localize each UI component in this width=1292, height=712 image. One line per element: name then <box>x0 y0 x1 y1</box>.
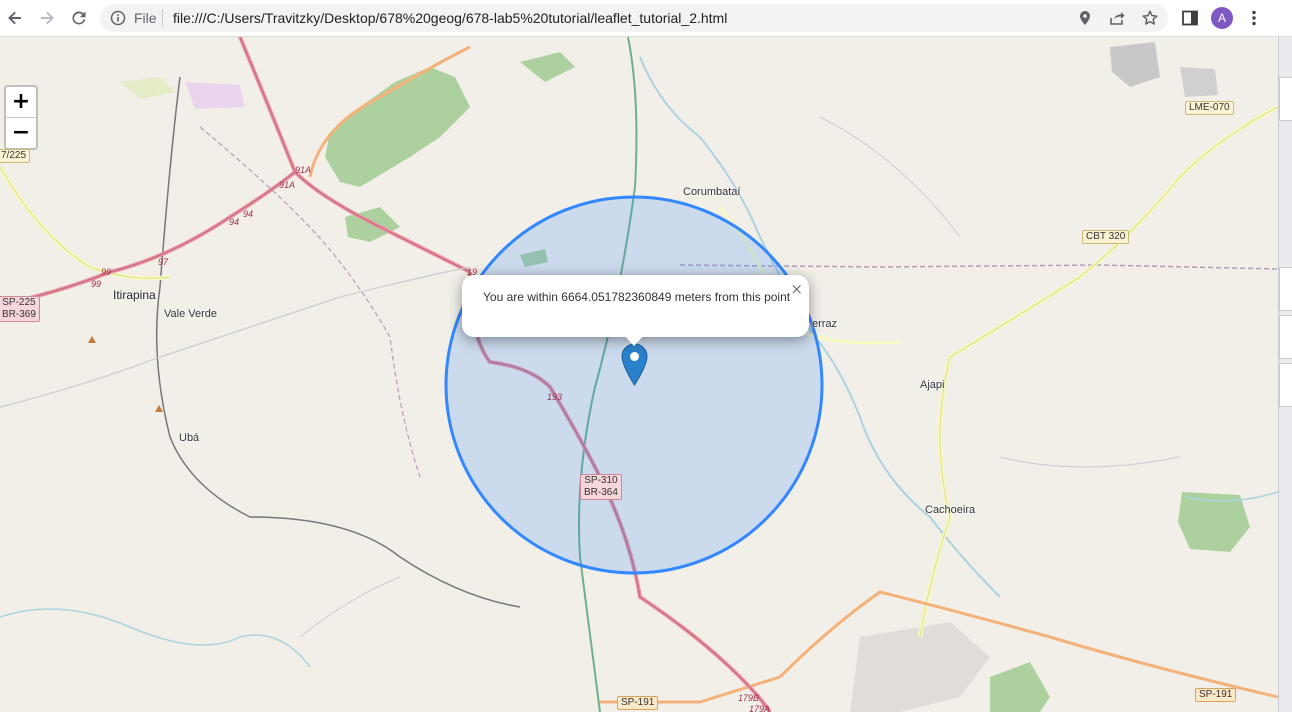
url-text[interactable]: file:///C:/Users/Travitzky/Desktop/678%2… <box>173 10 727 26</box>
map-view[interactable]: + − Itirapina Vale Verde Ubá Corumbataí … <box>0 37 1278 712</box>
military-area <box>185 82 245 109</box>
window-edge-panel <box>1279 315 1292 359</box>
place-label: Cachoeira <box>925 504 976 516</box>
place-label: errаz <box>812 318 838 330</box>
window-edge-panel <box>1279 77 1292 121</box>
route-number: 91A <box>279 180 296 190</box>
zoom-control: + − <box>4 85 38 150</box>
bookmark-star-icon[interactable] <box>1141 9 1159 27</box>
popup-close-button[interactable]: × <box>790 280 803 298</box>
zoom-in-button[interactable]: + <box>6 87 36 117</box>
side-panel-icon[interactable] <box>1180 8 1200 28</box>
reload-icon <box>72 11 86 25</box>
address-bar[interactable]: File file:///C:/Users/Travitzky/Desktop/… <box>100 4 1168 32</box>
route-shield: CBT 320 <box>1082 230 1130 244</box>
window-edge-panel <box>1279 267 1292 311</box>
meadow-area <box>120 77 175 99</box>
place-label: Vale Verde <box>164 308 218 320</box>
route-number: 91A <box>295 165 312 175</box>
route-shield: SP-191 <box>1195 688 1237 702</box>
forest-area <box>520 52 575 82</box>
route-number: 99 <box>91 279 102 289</box>
place-label: Ajapi <box>920 379 945 391</box>
browser-toolbar: File file:///C:/Users/Travitzky/Desktop/… <box>0 0 1292 37</box>
arrow-left-icon <box>8 11 21 25</box>
map-tiles <box>0 37 1278 712</box>
route-number: 179A <box>749 704 771 712</box>
reload-button[interactable] <box>67 6 91 30</box>
place-label: Itirapina <box>113 288 156 302</box>
route-number: 193 <box>547 392 563 402</box>
route-shield: SP-191 <box>617 696 659 710</box>
quarry-area <box>1110 42 1160 87</box>
info-icon[interactable] <box>110 10 126 26</box>
marker-popup: You are within 6664.051782360849 meters … <box>462 275 809 346</box>
route-shield: 7/225 <box>0 149 31 163</box>
popup-text: You are within 6664.051782360849 meters … <box>483 290 791 304</box>
route-shield: SP-225 BR-369 <box>0 296 40 322</box>
window-edge-panel <box>1279 363 1292 407</box>
profile-avatar[interactable]: A <box>1211 7 1233 29</box>
route-shield: LME-070 <box>1185 101 1234 115</box>
route-number: 97 <box>158 257 169 267</box>
back-button[interactable] <box>3 6 27 30</box>
route-shield: SP-310 BR-364 <box>580 474 622 500</box>
scheme-label: File <box>134 10 157 26</box>
route-number: 99 <box>101 267 112 277</box>
place-label: Corumbataí <box>683 186 741 198</box>
menu-kebab-icon[interactable] <box>1244 8 1264 28</box>
share-icon[interactable] <box>1108 9 1126 27</box>
popup-tip <box>624 335 644 346</box>
route-number: 94 <box>243 209 254 219</box>
route-number: 94 <box>229 217 240 227</box>
background-window-edge <box>1278 37 1292 712</box>
zoom-out-button[interactable]: − <box>6 117 36 148</box>
forward-button[interactable] <box>35 6 59 30</box>
location-pin-icon[interactable] <box>1076 9 1094 27</box>
route-number: 179B <box>738 693 760 703</box>
quarry-area <box>1180 67 1218 97</box>
place-label: Ubá <box>179 432 200 444</box>
forest-area <box>990 662 1050 712</box>
address-divider <box>162 9 163 27</box>
arrow-right-icon <box>41 11 54 25</box>
